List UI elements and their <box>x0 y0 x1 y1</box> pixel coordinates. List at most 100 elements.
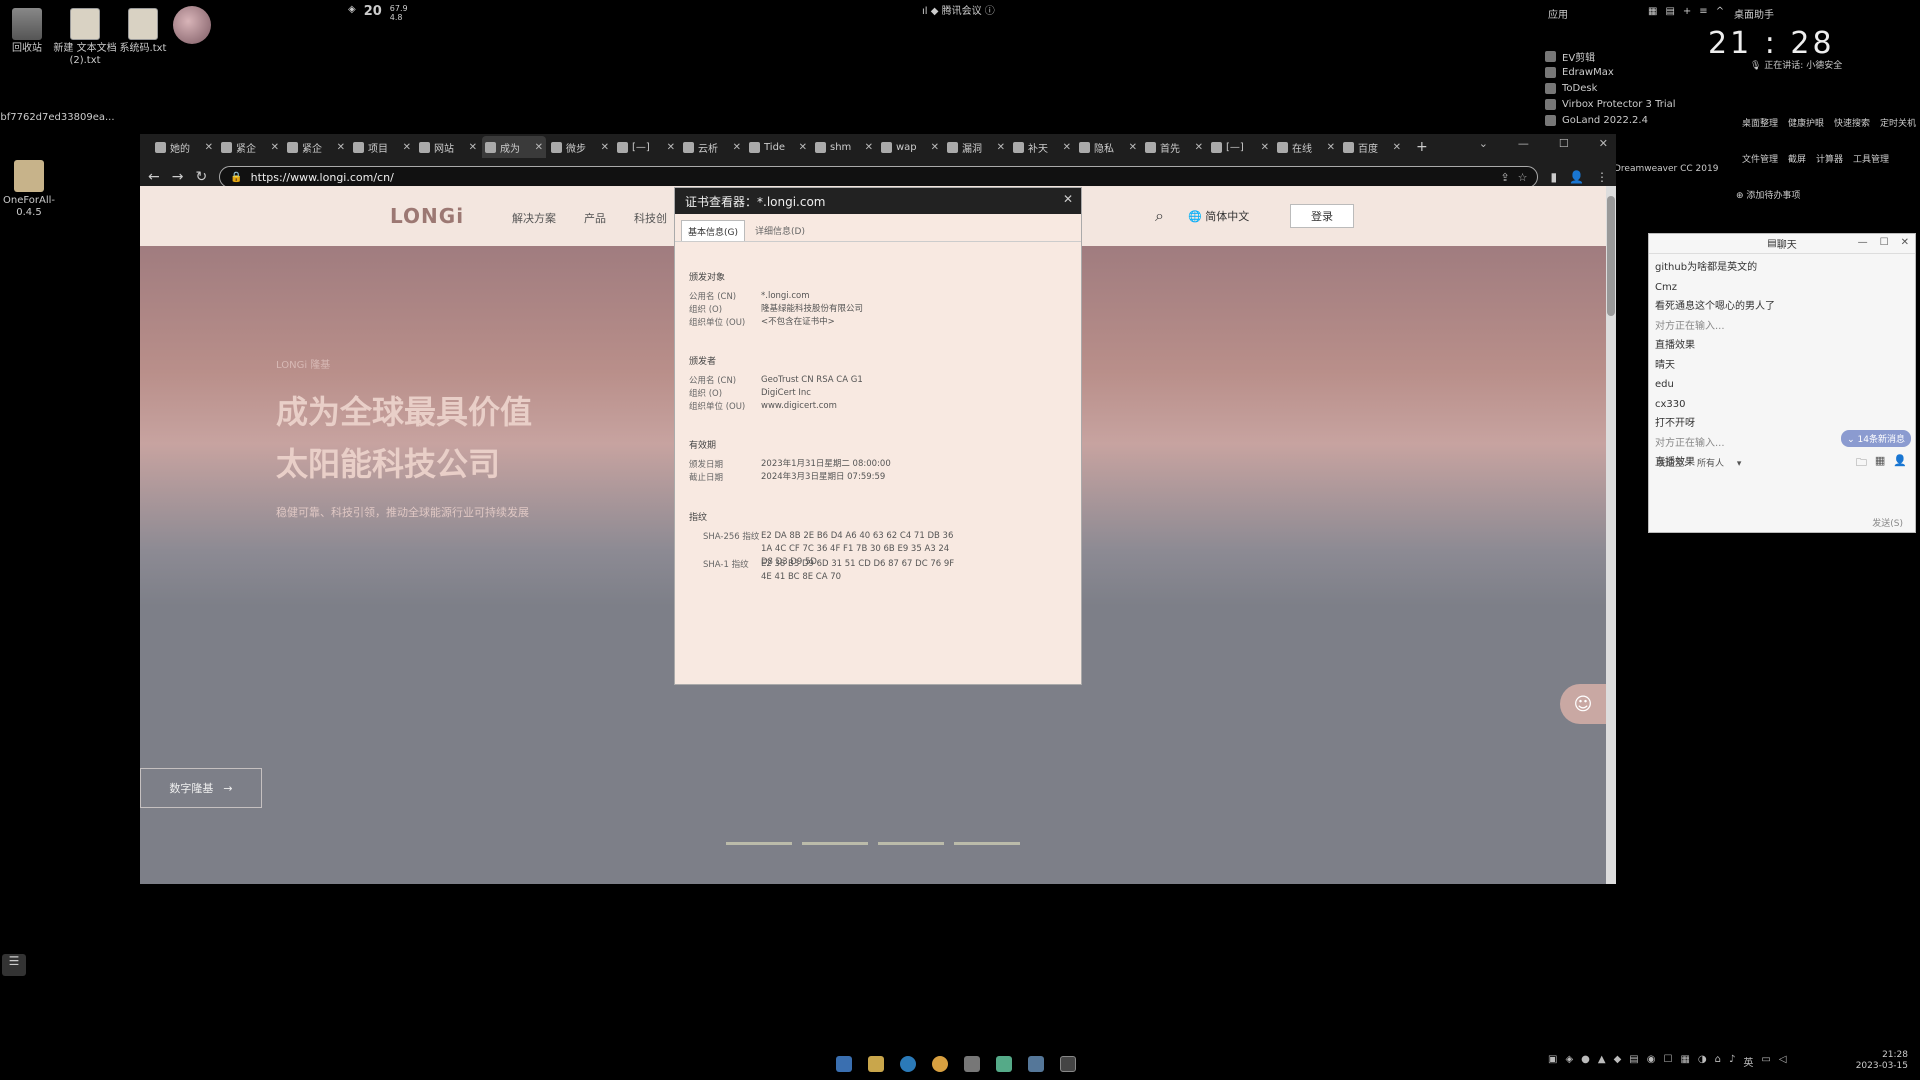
app-ev-editor[interactable]: EV剪辑 <box>1545 48 1676 64</box>
tab-4[interactable]: 网站 ✕ <box>416 136 480 158</box>
terminal-icon[interactable] <box>1060 1056 1076 1072</box>
tab-2[interactable]: 紧企 ✕ <box>284 136 348 158</box>
tool-file-manager[interactable]: 文件管理 <box>1742 152 1778 165</box>
close-icon[interactable]: ✕ <box>1261 142 1269 153</box>
close-icon[interactable]: ✕ <box>1129 142 1137 153</box>
tray-app-icon[interactable]: ▤ <box>1629 1054 1638 1069</box>
close-icon[interactable]: ✕ <box>1327 142 1335 153</box>
carousel-dot[interactable] <box>726 842 792 845</box>
tab-list-icon[interactable]: ⌄ <box>1479 137 1488 150</box>
meeting-indicator[interactable]: ıl ◆ 腾讯会议 ⓘ <box>922 2 995 17</box>
support-chat-icon[interactable]: ☺ <box>1560 684 1606 724</box>
mic-icon[interactable]: ♪ <box>1729 1054 1735 1069</box>
close-icon[interactable]: ✕ <box>205 142 213 153</box>
nav-solutions[interactable]: 解决方案 <box>512 210 556 226</box>
side-toolbar-icon[interactable]: ☰ <box>2 954 26 976</box>
chrome-icon[interactable] <box>932 1056 948 1072</box>
tab-16[interactable]: [—] ✕ <box>1208 136 1272 158</box>
app-todesk[interactable]: ToDesk <box>1545 80 1676 96</box>
tool-timed-shutdown[interactable]: 定时关机 <box>1880 116 1916 129</box>
maximize-icon[interactable]: ☐ <box>1880 237 1889 248</box>
tray-app-icon[interactable]: ☐ <box>1663 1054 1672 1069</box>
carousel-dot[interactable] <box>954 842 1020 845</box>
tab-14[interactable]: 隐私 ✕ <box>1076 136 1140 158</box>
tab-17[interactable]: 在线 ✕ <box>1274 136 1338 158</box>
calendar-icon[interactable]: ▦ <box>1875 454 1885 473</box>
minimize-icon[interactable]: — <box>1858 237 1868 248</box>
profile-icon[interactable]: 👤 <box>1569 170 1584 184</box>
tray-wechat-icon[interactable]: ◉ <box>1647 1054 1656 1069</box>
close-icon[interactable]: ✕ <box>1393 142 1401 153</box>
ime-indicator[interactable]: 英 <box>1743 1054 1753 1069</box>
user-icon[interactable]: 👤 <box>1893 454 1907 473</box>
carousel-dot[interactable] <box>802 842 868 845</box>
close-icon[interactable]: ✕ <box>403 142 411 153</box>
nav-technology[interactable]: 科技创 <box>634 210 667 226</box>
app-virbox[interactable]: Virbox Protector 3 Trial <box>1545 96 1676 112</box>
share-icon[interactable]: ⇪ <box>1500 171 1509 184</box>
close-icon[interactable]: ✕ <box>1195 142 1203 153</box>
reload-icon[interactable]: ↻ <box>195 169 207 185</box>
quick-tools-row-1[interactable]: 桌面整理 健康护眼 快速搜索 定时关机 <box>1742 116 1916 129</box>
app-edrawmax[interactable]: EdrawMax <box>1545 64 1676 80</box>
tool-manager[interactable]: 工具管理 <box>1853 152 1889 165</box>
desktop-folder-oneforall[interactable]: OneForAll-0.4.5 <box>0 160 64 219</box>
add-todo-button[interactable]: ⊕ 添加待办事项 <box>1736 188 1800 201</box>
tab-11[interactable]: wap ✕ <box>878 136 942 158</box>
file-explorer-icon[interactable] <box>868 1056 884 1072</box>
language-selector[interactable]: 🌐 简体中文 <box>1188 208 1249 224</box>
site-logo[interactable]: LONGi <box>390 204 464 228</box>
address-bar[interactable]: 🔒 https://www.longi.com/cn/ ⇪ ☆ <box>219 166 1539 188</box>
tray-app-icon[interactable]: ▣ <box>1548 1054 1557 1069</box>
close-icon[interactable]: ✕ <box>601 142 609 153</box>
forward-icon[interactable]: → <box>172 169 184 185</box>
send-button[interactable]: 发送(S) <box>1872 516 1903 529</box>
bookmark-star-icon[interactable]: ☆ <box>1518 171 1528 184</box>
network-icon[interactable]: ▭ <box>1761 1054 1770 1069</box>
tray-shield-icon[interactable]: ◈ <box>1565 1054 1573 1069</box>
tray-app-icon[interactable]: ▦ <box>1680 1054 1689 1069</box>
tab-13[interactable]: 补天 ✕ <box>1010 136 1074 158</box>
login-button[interactable]: 登录 <box>1290 204 1354 228</box>
usb-icon[interactable]: ⌂ <box>1715 1054 1721 1069</box>
quick-tools-row-2[interactable]: 文件管理 截屏 计算器 工具管理 <box>1742 152 1889 165</box>
tab-basic-info[interactable]: 基本信息(G) <box>681 220 745 241</box>
close-icon[interactable]: ✕ <box>1063 142 1071 153</box>
desktop-avatar-shortcut[interactable] <box>157 6 227 47</box>
close-icon[interactable]: ✕ <box>1901 237 1909 248</box>
tool-screenshot[interactable]: 截屏 <box>1788 152 1806 165</box>
panel-toolbar-icons[interactable]: ▦ ▤ + ≡ ^ <box>1648 6 1724 17</box>
close-icon[interactable]: ✕ <box>931 142 939 153</box>
more-menu-icon[interactable]: ⋮ <box>1596 170 1608 184</box>
tab-9[interactable]: Tide ✕ <box>746 136 810 158</box>
new-tab-button[interactable]: + <box>1416 139 1428 155</box>
tab-0[interactable]: 她的 ✕ <box>152 136 216 158</box>
minimize-icon[interactable]: — <box>1518 137 1529 150</box>
image-viewer-icon[interactable] <box>1028 1056 1044 1072</box>
tab-1[interactable]: 紧企 ✕ <box>218 136 282 158</box>
tool-quick-search[interactable]: 快速搜索 <box>1834 116 1870 129</box>
lock-icon[interactable]: 🔒 <box>230 172 242 183</box>
scrollbar-thumb[interactable] <box>1607 196 1615 316</box>
close-icon[interactable]: ✕ <box>667 142 675 153</box>
close-icon[interactable]: ✕ <box>799 142 807 153</box>
new-messages-badge[interactable]: ⌄ 14条新消息 <box>1841 430 1911 447</box>
tool-desktop-organize[interactable]: 桌面整理 <box>1742 116 1778 129</box>
tab-18[interactable]: 百度 ✕ <box>1340 136 1404 158</box>
close-icon[interactable]: ✕ <box>1063 192 1073 206</box>
tab-details[interactable]: 详细信息(D) <box>749 220 811 241</box>
nav-products[interactable]: 产品 <box>584 210 606 226</box>
start-icon[interactable] <box>836 1056 852 1072</box>
tab-7[interactable]: [—] ✕ <box>614 136 678 158</box>
sidebar-icon[interactable]: ▮ <box>1550 170 1557 184</box>
close-window-icon[interactable]: ✕ <box>1599 137 1608 150</box>
tab-6[interactable]: 微步 ✕ <box>548 136 612 158</box>
desktop-hash-file[interactable]: 7bf7762d7ed33809ea... <box>0 88 115 124</box>
tool-eye-care[interactable]: 健康护眼 <box>1788 116 1824 129</box>
file-icon[interactable]: 🗀 <box>1856 454 1867 473</box>
close-icon[interactable]: ✕ <box>469 142 477 153</box>
app-dreamweaver[interactable]: Dreamweaver CC 2019 <box>1614 164 1718 174</box>
digital-longi-button[interactable]: 数字隆基 → <box>140 768 262 808</box>
edge-icon[interactable] <box>900 1056 916 1072</box>
back-icon[interactable]: ← <box>148 169 160 185</box>
